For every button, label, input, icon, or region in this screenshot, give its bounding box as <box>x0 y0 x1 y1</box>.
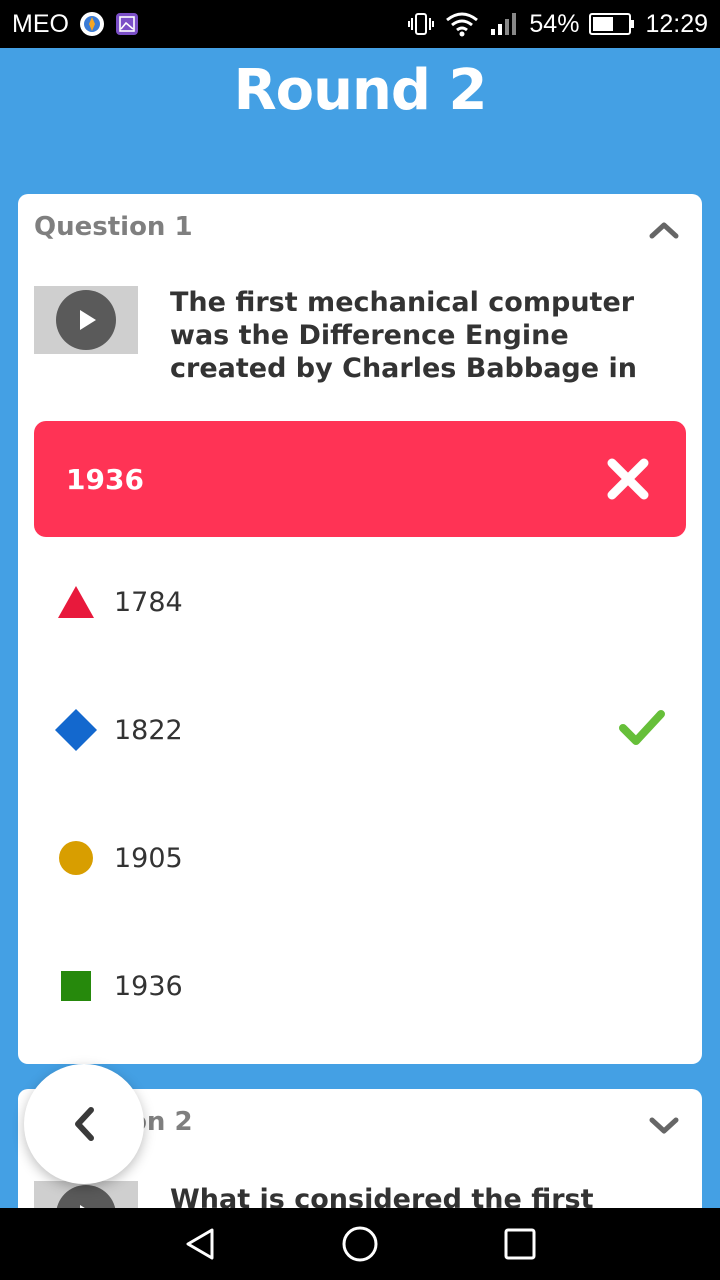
navigation-bar <box>0 1208 720 1280</box>
circle-icon <box>54 836 98 880</box>
status-bar: MEO 54% 12:29 <box>0 0 720 48</box>
signal-icon <box>489 11 519 37</box>
vibrate-icon <box>407 11 435 37</box>
answer-option: 1784 <box>54 572 666 632</box>
answer-option: 1822 <box>54 700 666 760</box>
close-icon <box>606 457 650 501</box>
checkmark-icon <box>618 708 666 748</box>
square-icon <box>54 964 98 1008</box>
back-nav-icon[interactable] <box>178 1222 222 1266</box>
play-icon[interactable] <box>56 290 116 350</box>
chevron-up-icon[interactable] <box>648 218 680 242</box>
question-card-1: Question 1 The first mechanical computer… <box>18 194 702 1064</box>
answer-option: 1936 <box>54 956 666 1016</box>
chevron-down-icon[interactable] <box>648 1113 680 1137</box>
nos-app-icon <box>79 11 105 37</box>
answer-label: 1905 <box>114 842 183 874</box>
wifi-icon <box>445 11 479 37</box>
back-button[interactable] <box>24 1064 144 1184</box>
question-label: Question 1 <box>34 212 193 242</box>
battery-percent: 54% <box>529 9 580 38</box>
selected-answer-label: 1936 <box>66 462 144 496</box>
answer-option: 1905 <box>54 828 666 888</box>
recents-nav-icon[interactable] <box>498 1222 542 1266</box>
home-nav-icon[interactable] <box>338 1222 382 1266</box>
page-title: Round 2 <box>233 58 488 123</box>
question-text: The first mechanical computer was the Di… <box>170 287 637 384</box>
diamond-icon <box>54 708 98 752</box>
battery-icon <box>589 12 635 36</box>
media-thumbnail[interactable] <box>34 286 138 354</box>
answer-label: 1936 <box>114 970 183 1002</box>
clock: 12:29 <box>645 9 708 38</box>
answer-label: 1822 <box>114 714 183 746</box>
chevron-left-icon <box>75 1107 94 1141</box>
triangle-icon <box>54 580 98 624</box>
gallery-app-icon <box>115 12 139 36</box>
selected-answer: 1936 <box>34 421 686 537</box>
answer-label: 1784 <box>114 586 183 618</box>
carrier-name: MEO <box>12 9 69 38</box>
